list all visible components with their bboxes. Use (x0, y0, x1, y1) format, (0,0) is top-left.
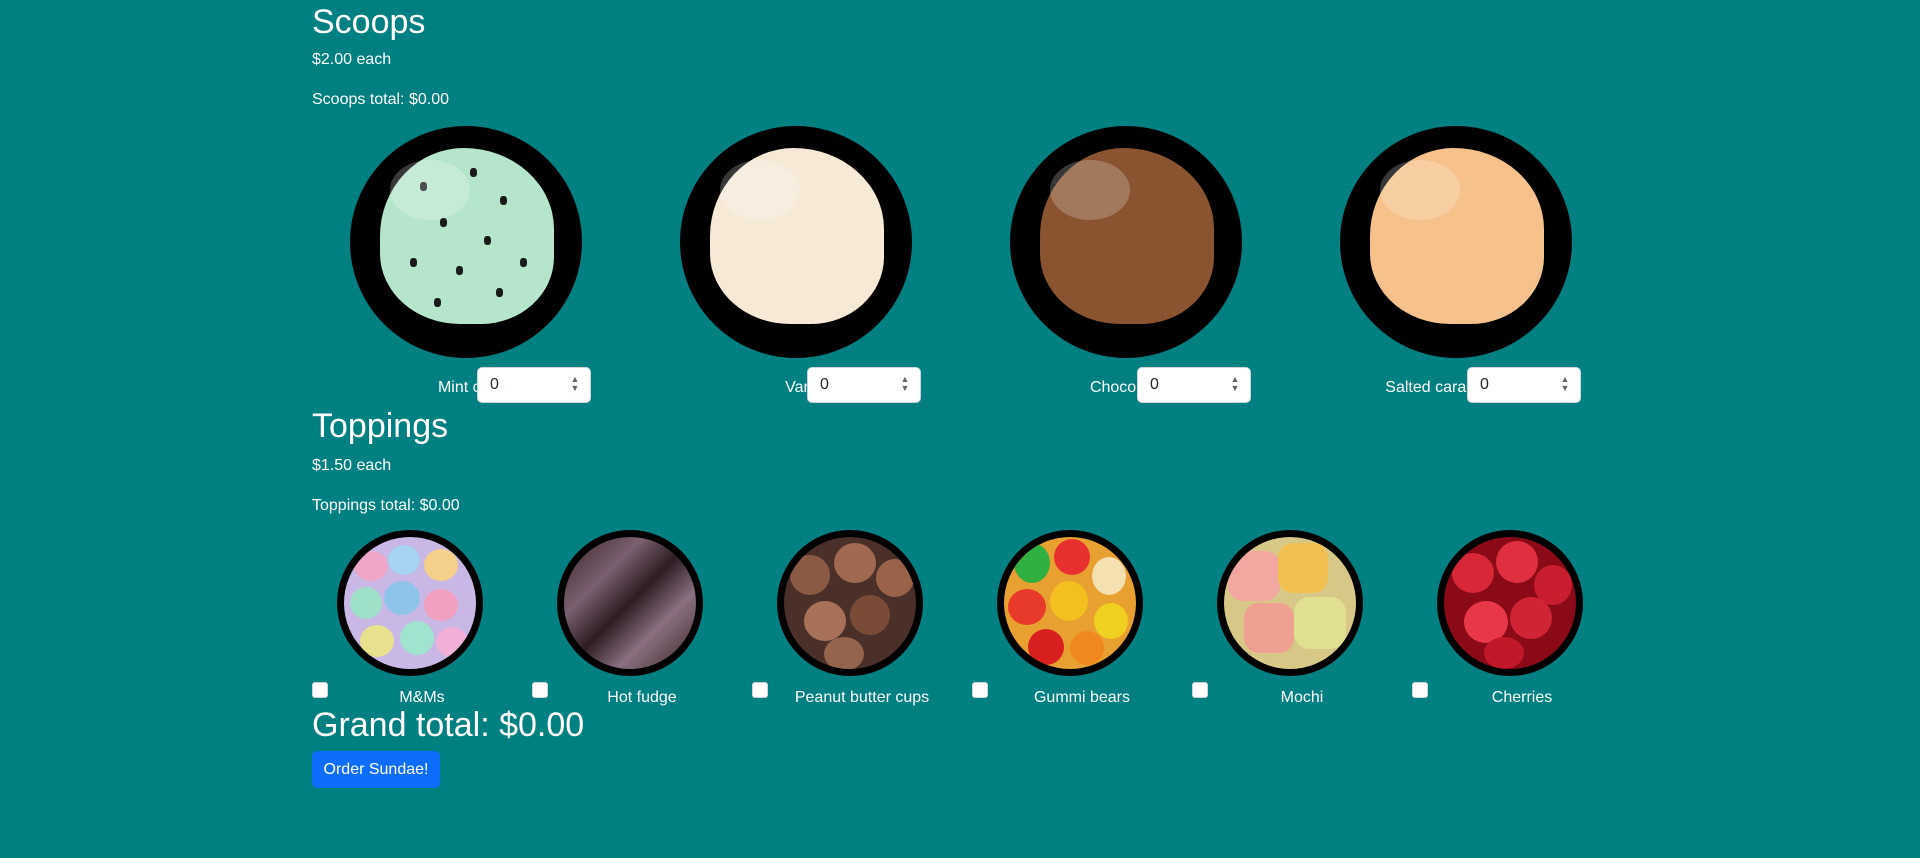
quantity-value: 0 (490, 376, 499, 393)
scoop-option-vanilla: Vanilla 0 ▲▼ (642, 126, 972, 406)
mms-image (337, 530, 483, 676)
spinner-arrows-icon[interactable]: ▲ ▼ (568, 375, 582, 395)
scoops-subtotal: Scoops total: $0.00 (312, 91, 449, 108)
gummi-bears-checkbox[interactable] (972, 682, 988, 698)
mint-chip-quantity-input[interactable]: 0 ▲ ▼ (477, 367, 591, 403)
topping-label: Peanut butter cups (794, 689, 930, 706)
chocolate-quantity-input[interactable]: 0 ▲ ▼ (1137, 367, 1251, 403)
topping-options: M&Ms Hot fudge Peanut butter cups Gummi … (312, 530, 1632, 706)
topping-option-hot-fudge: Hot fudge (532, 530, 752, 706)
mint-chip-scoop-image (350, 126, 582, 358)
salted-caramel-scoop-image (1340, 126, 1572, 358)
chocolate-scoop-image (1010, 126, 1242, 358)
quantity-value: 0 (1150, 376, 1159, 393)
topping-option-mochi: Mochi (1192, 530, 1412, 706)
topping-label: Mochi (1280, 689, 1324, 706)
spinner-arrows-icon[interactable]: ▲ ▼ (1228, 375, 1242, 395)
cherries-image (1437, 530, 1583, 676)
scoop-option-mint-chip: Mint chip 0 ▲ ▼ (312, 126, 642, 406)
topping-label: Cherries (1491, 689, 1553, 706)
topping-option-gummi-bears: Gummi bears (972, 530, 1192, 706)
cherries-checkbox[interactable] (1412, 682, 1428, 698)
spinner-arrows-icon[interactable]: ▲ ▼ (898, 375, 912, 395)
hot-fudge-image (557, 530, 703, 676)
peanut-butter-cups-image (777, 530, 923, 676)
quantity-value: 0 (1480, 376, 1489, 393)
spinner-arrows-icon[interactable]: ▲ ▼ (1558, 375, 1572, 395)
mms-checkbox[interactable] (312, 682, 328, 698)
topping-option-cherries: Cherries (1412, 530, 1632, 706)
toppings-section: Toppings $1.50 each Toppings total: $0.0… (312, 406, 1632, 706)
peanut-butter-cups-checkbox[interactable] (752, 682, 768, 698)
scoops-heading: Scoops (312, 3, 426, 41)
topping-option-peanut-butter-cups: Peanut butter cups (752, 530, 972, 706)
toppings-heading: Toppings (312, 407, 449, 445)
topping-option-mms: M&Ms (312, 530, 532, 706)
quantity-value: 0 (820, 376, 829, 393)
grand-total: Grand total: $0.00 (312, 706, 585, 744)
scoop-option-chocolate: Chocolate 0 ▲ ▼ (972, 126, 1302, 406)
scoop-option-salted-caramel: Salted caramel 0 ▲ ▼ (1302, 126, 1632, 406)
scoop-options: Mint chip 0 ▲▼ Vanilla 0 ▲▼ (312, 126, 1632, 406)
salted-caramel-quantity-input[interactable]: 0 ▲ ▼ (1467, 367, 1581, 403)
vanilla-quantity-input[interactable]: 0 ▲ ▼ (807, 367, 921, 403)
toppings-price: $1.50 each (312, 457, 392, 474)
topping-label: Gummi bears (1033, 689, 1131, 706)
mochi-image (1217, 530, 1363, 676)
hot-fudge-checkbox[interactable] (532, 682, 548, 698)
order-sundae-button[interactable]: Order Sundae! (312, 751, 440, 788)
toppings-subtotal: Toppings total: $0.00 (312, 497, 460, 514)
scoops-price: $2.00 each (312, 51, 392, 68)
gummi-bears-image (997, 530, 1143, 676)
vanilla-scoop-image (680, 126, 912, 358)
scoops-section: Scoops $2.00 each Scoops total: $0.00 Mi… (312, 2, 1632, 403)
mochi-checkbox[interactable] (1192, 682, 1208, 698)
